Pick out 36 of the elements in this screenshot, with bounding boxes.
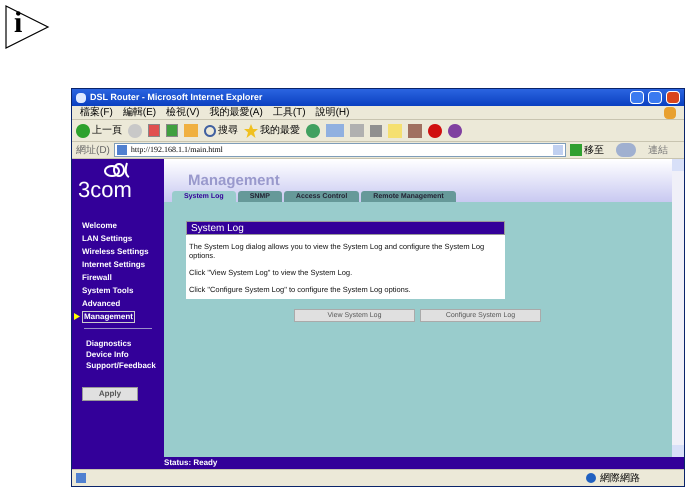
sidebar-item[interactable]: Welcome	[82, 220, 117, 230]
menu-item[interactable]: 編輯(E)	[122, 108, 156, 118]
menu-item[interactable]: 工具(T)	[272, 108, 306, 118]
sidebar-item[interactable]: Firewall	[82, 272, 112, 282]
arrow-icon	[74, 313, 80, 320]
links-label[interactable]: 連結	[648, 142, 668, 158]
address-field[interactable]: http://192.168.1.1/main.html	[114, 143, 566, 157]
back-button[interactable]: 上一頁	[76, 123, 122, 138]
go-button[interactable]: 移至	[570, 142, 604, 158]
scrollbar[interactable]	[672, 159, 684, 457]
sidebar-item[interactable]: LAN Settings	[82, 234, 132, 244]
sidebar-item[interactable]: Support/Feedback	[72, 360, 164, 371]
sidebar-item[interactable]: Internet Settings	[82, 260, 146, 270]
sidebar-item[interactable]: Diagnostics	[72, 338, 164, 349]
apply-button[interactable]: Apply	[82, 387, 138, 401]
page-heading: Management	[188, 173, 281, 188]
window-title: DSL Router - Microsoft Internet Explorer	[90, 90, 262, 104]
favorites-button[interactable]: 我的最愛	[244, 123, 300, 138]
sidebar-item[interactable]: Advanced	[82, 298, 120, 308]
menu-item[interactable]: 我的最愛(A)	[209, 108, 263, 118]
menu-item[interactable]: 檢視(V)	[166, 108, 200, 118]
panel-title: System Log	[186, 221, 505, 235]
menu-item[interactable]: 說明(H)	[316, 108, 350, 118]
menu-item[interactable]: 檔案(F)	[80, 108, 113, 118]
sidebar-item[interactable]: Management	[82, 310, 135, 322]
close-button[interactable]	[666, 91, 680, 104]
search-button[interactable]: 搜尋	[204, 123, 238, 138]
sidebar-item[interactable]: Wireless Settings	[82, 246, 149, 256]
page-status: Status: Ready	[164, 459, 218, 467]
address-label: 網址(D)	[76, 144, 110, 158]
sidebar-item[interactable]: System Tools	[82, 286, 134, 296]
info-note-icon: i	[4, 4, 50, 50]
zone-label: 網際網路	[600, 472, 641, 486]
sidebar-item[interactable]: Device Info	[72, 349, 164, 360]
star-icon	[244, 124, 258, 138]
logo-wordmark: 3com	[77, 179, 133, 201]
